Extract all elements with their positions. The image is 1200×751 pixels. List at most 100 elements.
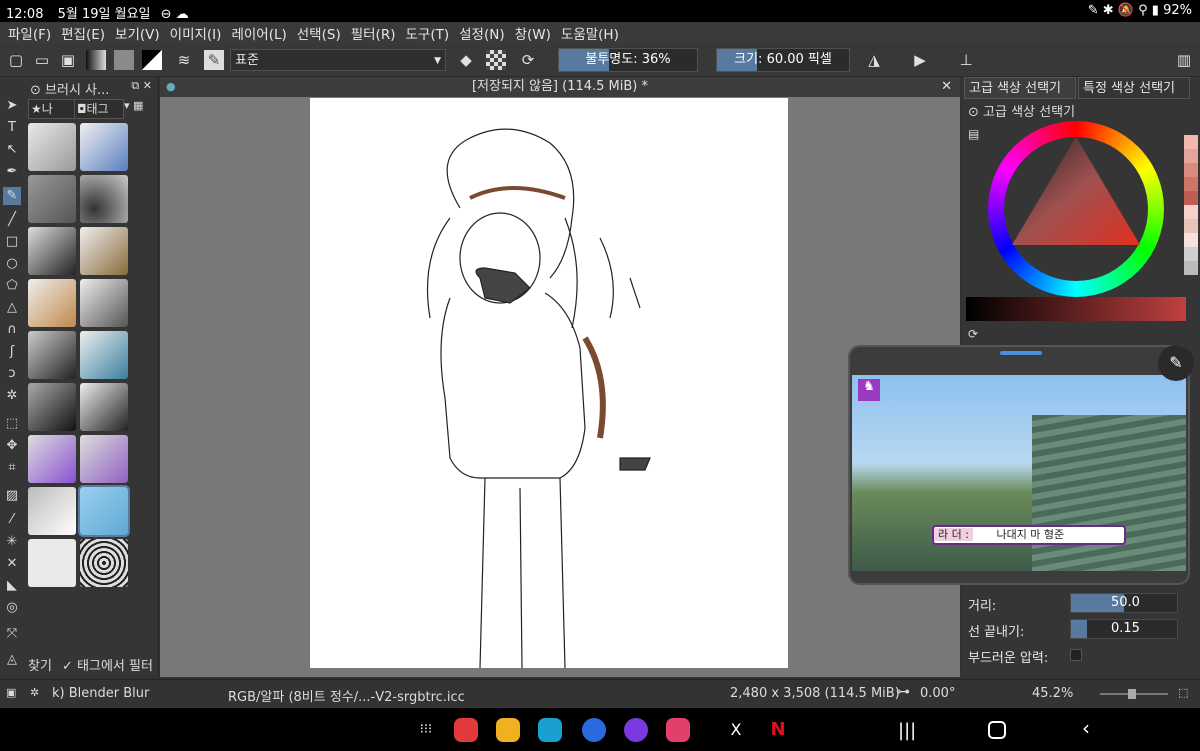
- measure-tool-icon[interactable]: ⤧: [3, 625, 21, 643]
- drag-handle[interactable]: [1000, 351, 1042, 355]
- workspace-icon[interactable]: ▥: [1174, 50, 1194, 70]
- tab-advanced-color-selector[interactable]: 고급 색상 선택기: [964, 77, 1076, 99]
- brush-preset[interactable]: [80, 123, 128, 171]
- fullscreen-icon[interactable]: ⬚: [1178, 686, 1188, 699]
- open-document-icon[interactable]: ▭: [32, 50, 52, 70]
- swatch[interactable]: [1184, 233, 1198, 247]
- line-tool-icon[interactable]: ╱: [3, 211, 21, 229]
- app-icon-messages[interactable]: [582, 718, 606, 742]
- close-icon[interactable]: ✕: [941, 77, 952, 97]
- color-picker-icon[interactable]: ⁄: [3, 511, 21, 529]
- favorites-dropdown[interactable]: ★나: [28, 99, 76, 119]
- app-icon-notes[interactable]: [454, 718, 478, 742]
- swatch[interactable]: [1184, 261, 1198, 275]
- brush-preset[interactable]: [80, 383, 128, 431]
- app-drawer-icon[interactable]: ⁝⁝⁝: [414, 718, 438, 742]
- brush-preset[interactable]: [80, 227, 128, 275]
- text-tool-icon[interactable]: T: [3, 119, 21, 137]
- save-icon[interactable]: ▣: [58, 50, 78, 70]
- reload-icon[interactable]: ⟳: [518, 50, 538, 70]
- mirror-vertical-icon[interactable]: ▶: [910, 50, 930, 70]
- size-slider[interactable]: 크기: 60.00 픽셀: [716, 48, 850, 72]
- ellipse-tool-icon[interactable]: ○: [3, 255, 21, 273]
- wrap-icon[interactable]: ⊥: [956, 50, 976, 70]
- smooth-pressure-checkbox[interactable]: [1070, 649, 1082, 661]
- move-tool-icon[interactable]: ✥: [3, 437, 21, 455]
- menu-filter[interactable]: 필터(R): [347, 23, 400, 43]
- app-icon-files[interactable]: [496, 718, 520, 742]
- menu-help[interactable]: 도움말(H): [557, 23, 623, 43]
- brush-preset[interactable]: [28, 435, 76, 483]
- menu-edit[interactable]: 편집(E): [57, 23, 109, 43]
- brush-preset[interactable]: [28, 331, 76, 379]
- drawing-canvas[interactable]: [310, 98, 788, 669]
- tag-dropdown[interactable]: ◘태그: [74, 99, 124, 119]
- swatch[interactable]: [1184, 149, 1198, 163]
- app-icon-netflix[interactable]: N: [766, 718, 790, 742]
- gradient-tool-icon[interactable]: ▨: [3, 487, 21, 505]
- stroke-end-slider[interactable]: 0.15: [1070, 619, 1178, 639]
- menu-window[interactable]: 창(W): [511, 23, 555, 43]
- tab-specific-color-selector[interactable]: 특정 색상 선택기: [1078, 77, 1190, 99]
- smart-patch-icon[interactable]: ✳: [3, 533, 21, 551]
- brush-preset[interactable]: [28, 279, 76, 327]
- menu-view[interactable]: 보기(V): [111, 23, 164, 43]
- recents-icon[interactable]: |||: [898, 720, 916, 741]
- brush-preset[interactable]: [28, 383, 76, 431]
- multibrush-icon[interactable]: ✲: [3, 387, 21, 405]
- zoom-slider[interactable]: [1100, 689, 1168, 699]
- floating-video-window[interactable]: ♞ 라 더 : 나대지 마 형준: [848, 345, 1190, 585]
- swatch[interactable]: [1184, 247, 1198, 261]
- transform-tool-icon[interactable]: ⬚: [3, 415, 21, 433]
- mirror-horizontal-icon[interactable]: ◮: [864, 50, 884, 70]
- refresh-icon[interactable]: ⟳: [968, 327, 978, 341]
- polyline-tool-icon[interactable]: △: [3, 299, 21, 317]
- swatch[interactable]: [1184, 191, 1198, 205]
- new-document-icon[interactable]: ▢: [6, 50, 26, 70]
- menu-file[interactable]: 파일(F): [4, 23, 55, 43]
- brush-preset[interactable]: [80, 175, 128, 223]
- color-history-bar[interactable]: [966, 297, 1186, 321]
- brush-settings-icon[interactable]: ≋: [174, 50, 194, 70]
- app-icon-camera[interactable]: [666, 718, 690, 742]
- brush-preset[interactable]: [28, 539, 76, 587]
- freehand-path-icon[interactable]: ʃ: [3, 343, 21, 361]
- calligraphy-tool-icon[interactable]: ✒: [3, 163, 21, 181]
- tag-filter-checkbox[interactable]: ✓ 태그에서 필터: [62, 655, 153, 674]
- menu-image[interactable]: 이미지(I): [166, 23, 226, 43]
- brush-preset[interactable]: [28, 175, 76, 223]
- brush-preset[interactable]: [80, 435, 128, 483]
- docker-float-icon[interactable]: ⧉ ✕: [131, 79, 152, 93]
- blend-mode-dropdown[interactable]: 표준 ▼: [230, 49, 446, 71]
- brush-preset[interactable]: [80, 539, 128, 587]
- fill-tool-icon[interactable]: ◣: [3, 577, 21, 595]
- bezier-tool-icon[interactable]: ∩: [3, 321, 21, 339]
- app-icon-internet[interactable]: [624, 718, 648, 742]
- document-tab[interactable]: ● [저장되지 않음] (114.5 MiB) * ✕: [160, 77, 960, 97]
- menu-select[interactable]: 선택(S): [293, 23, 345, 43]
- color-triangle[interactable]: [1012, 137, 1142, 252]
- back-icon[interactable]: ‹: [1082, 716, 1090, 740]
- swatch[interactable]: [1184, 177, 1198, 191]
- brush-preset[interactable]: [28, 227, 76, 275]
- rotation-icon[interactable]: ⊶: [896, 684, 910, 700]
- selection-tool-icon[interactable]: ◎: [3, 599, 21, 617]
- alpha-lock-icon[interactable]: [486, 50, 506, 70]
- brush-preset[interactable]: [28, 487, 76, 535]
- swatch[interactable]: [1184, 205, 1198, 219]
- brush-preset-selected[interactable]: [78, 485, 130, 537]
- select-tool-icon[interactable]: ➤: [3, 97, 21, 115]
- home-icon[interactable]: [988, 721, 1006, 739]
- zoom-handle[interactable]: [1128, 689, 1136, 699]
- swatch[interactable]: [1184, 135, 1198, 149]
- crop-tool-icon[interactable]: ⌗: [3, 459, 21, 477]
- menu-layer[interactable]: 레이어(L): [227, 23, 290, 43]
- distance-slider[interactable]: 50.0: [1070, 593, 1178, 613]
- brush-preset[interactable]: [28, 123, 76, 171]
- color-settings-icon[interactable]: ▤: [968, 127, 979, 141]
- polygon-tool-icon[interactable]: ⬠: [3, 277, 21, 295]
- brush-tool-icon[interactable]: ✎: [3, 187, 21, 205]
- brush-preset-icon[interactable]: ✎: [204, 50, 224, 70]
- rectangle-tool-icon[interactable]: □: [3, 233, 21, 251]
- brush-preset[interactable]: [80, 331, 128, 379]
